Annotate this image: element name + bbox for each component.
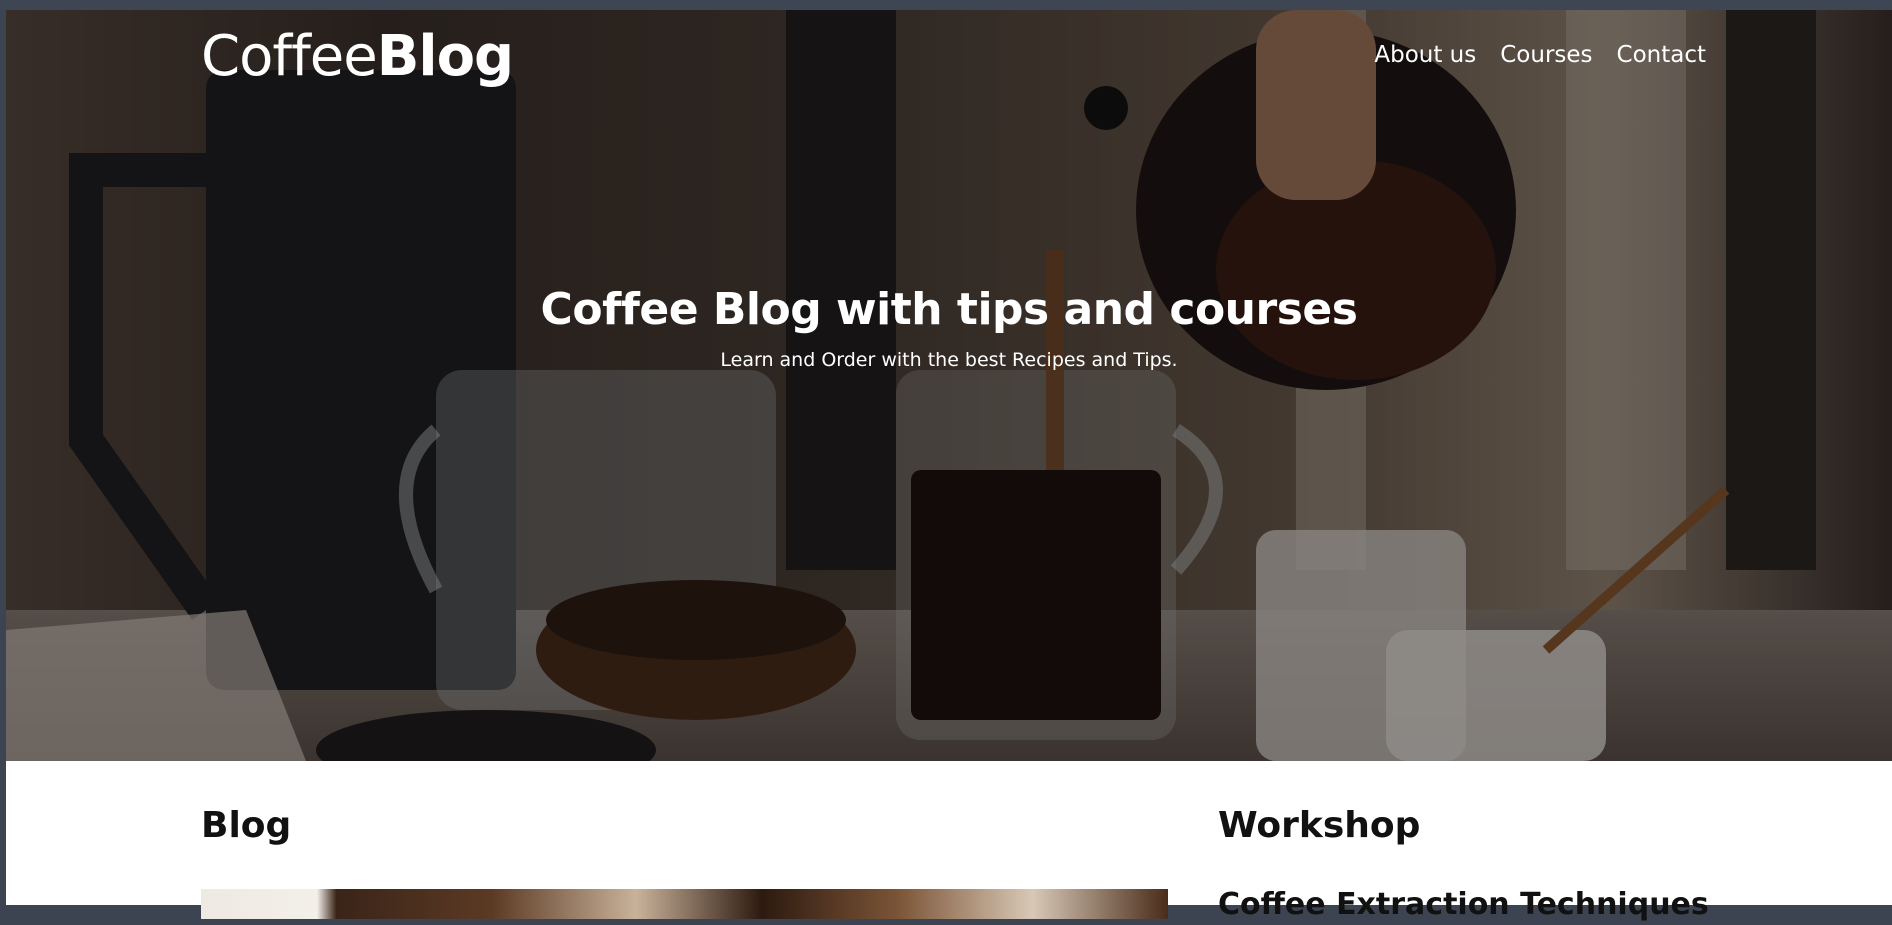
blog-post-image[interactable] <box>201 889 1168 919</box>
hero-title: Coffee Blog with tips and courses <box>540 284 1358 335</box>
blog-heading: Blog <box>201 805 292 846</box>
nav-courses[interactable]: Courses <box>1500 40 1592 70</box>
logo-light-text: Coffee <box>201 24 378 89</box>
hero-section: CoffeeBlog About us Courses Contact Coff… <box>6 10 1892 761</box>
nav-about-us[interactable]: About us <box>1374 40 1476 70</box>
workshop-item-title[interactable]: Coffee Extraction Techniques <box>1218 885 1709 925</box>
site-logo[interactable]: CoffeeBlog <box>201 22 514 92</box>
main-content: Blog Workshop Coffee Extraction Techniqu… <box>6 761 1892 922</box>
logo-bold-text: Blog <box>376 24 514 89</box>
hero-subtitle: Learn and Order with the best Recipes an… <box>720 349 1178 371</box>
hero-dark-overlay <box>6 10 1892 761</box>
workshop-heading: Workshop <box>1218 805 1421 846</box>
nav-contact[interactable]: Contact <box>1617 40 1706 70</box>
browser-top-edge <box>0 0 1892 10</box>
main-nav: About us Courses Contact <box>1374 40 1706 70</box>
